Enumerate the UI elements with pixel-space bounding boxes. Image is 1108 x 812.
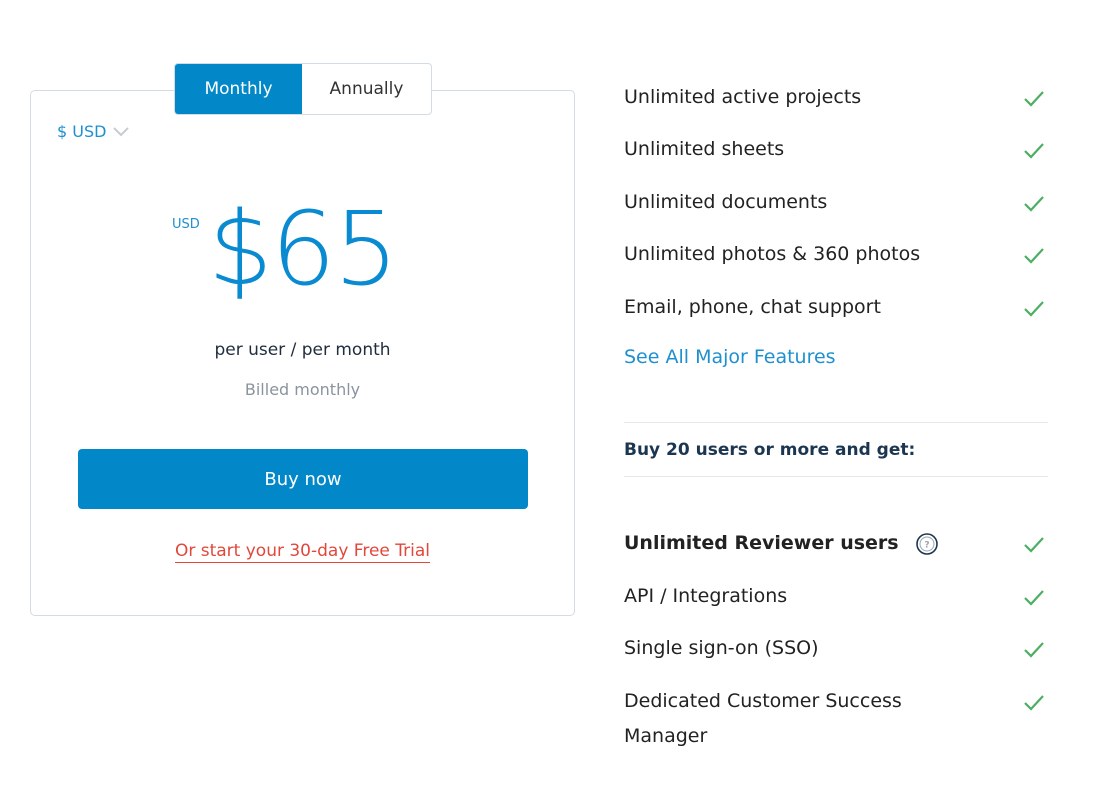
chevron-down-icon: [113, 126, 130, 136]
feature-item: Email, phone, chat support: [624, 290, 1048, 325]
feature-label: Unlimited sheets: [624, 138, 785, 160]
check-icon: [1024, 695, 1044, 711]
billing-period-toggle[interactable]: Monthly Annually: [174, 63, 432, 115]
feature-label: Single sign-on (SSO): [624, 637, 819, 659]
check-icon: [1024, 143, 1044, 159]
feature-label: API / Integrations: [624, 585, 788, 607]
divider: [624, 476, 1048, 477]
currency-value: $ USD: [57, 122, 107, 141]
volume-feature-item: Dedicated Customer Success Manager: [624, 684, 1048, 754]
feature-item: Unlimited active projects: [624, 80, 1048, 115]
feature-item: Unlimited sheets: [624, 132, 1048, 167]
check-icon: [1024, 248, 1044, 264]
feature-label: Dedicated Customer Success Manager: [624, 690, 902, 747]
feature-item: Unlimited documents: [624, 185, 1048, 220]
svg-text:?: ?: [925, 540, 930, 550]
check-icon: [1024, 196, 1044, 212]
price-amount: $65: [208, 190, 399, 309]
check-icon: [1024, 642, 1044, 658]
feature-label: Unlimited photos & 360 photos: [624, 243, 921, 265]
feature-label: Email, phone, chat support: [624, 296, 881, 318]
feature-label: Unlimited active projects: [624, 86, 862, 108]
free-trial-link[interactable]: Or start your 30-day Free Trial: [174, 541, 431, 563]
check-icon: [1024, 301, 1044, 317]
volume-heading: Buy 20 users or more and get:: [624, 440, 916, 460]
currency-select[interactable]: $ USD: [57, 122, 130, 141]
check-icon: [1024, 91, 1044, 107]
volume-feature-item: Unlimited Reviewer users ?: [624, 526, 1048, 561]
feature-label: Unlimited documents: [624, 191, 828, 213]
free-trial-container: Or start your 30-day Free Trial: [30, 541, 575, 563]
buy-now-button[interactable]: Buy now: [78, 449, 528, 509]
toggle-annually[interactable]: Annually: [302, 64, 431, 114]
volume-feature-item: API / Integrations: [624, 579, 1048, 614]
see-all-features-link[interactable]: See All Major Features: [624, 346, 836, 368]
feature-label: Unlimited Reviewer users: [624, 532, 899, 554]
toggle-monthly[interactable]: Monthly: [175, 64, 302, 114]
volume-feature-item: Single sign-on (SSO): [624, 631, 1048, 666]
divider: [624, 422, 1048, 423]
check-icon: [1024, 590, 1044, 606]
check-icon: [1024, 537, 1044, 553]
question-circle-icon[interactable]: ?: [915, 532, 939, 556]
price-display: USD $65: [170, 190, 430, 330]
billing-note: Billed monthly: [244, 380, 361, 399]
price-unit-label: per user / per month: [214, 340, 391, 360]
feature-item: Unlimited photos & 360 photos: [624, 237, 1048, 272]
price-currency-code: USD: [172, 217, 200, 232]
